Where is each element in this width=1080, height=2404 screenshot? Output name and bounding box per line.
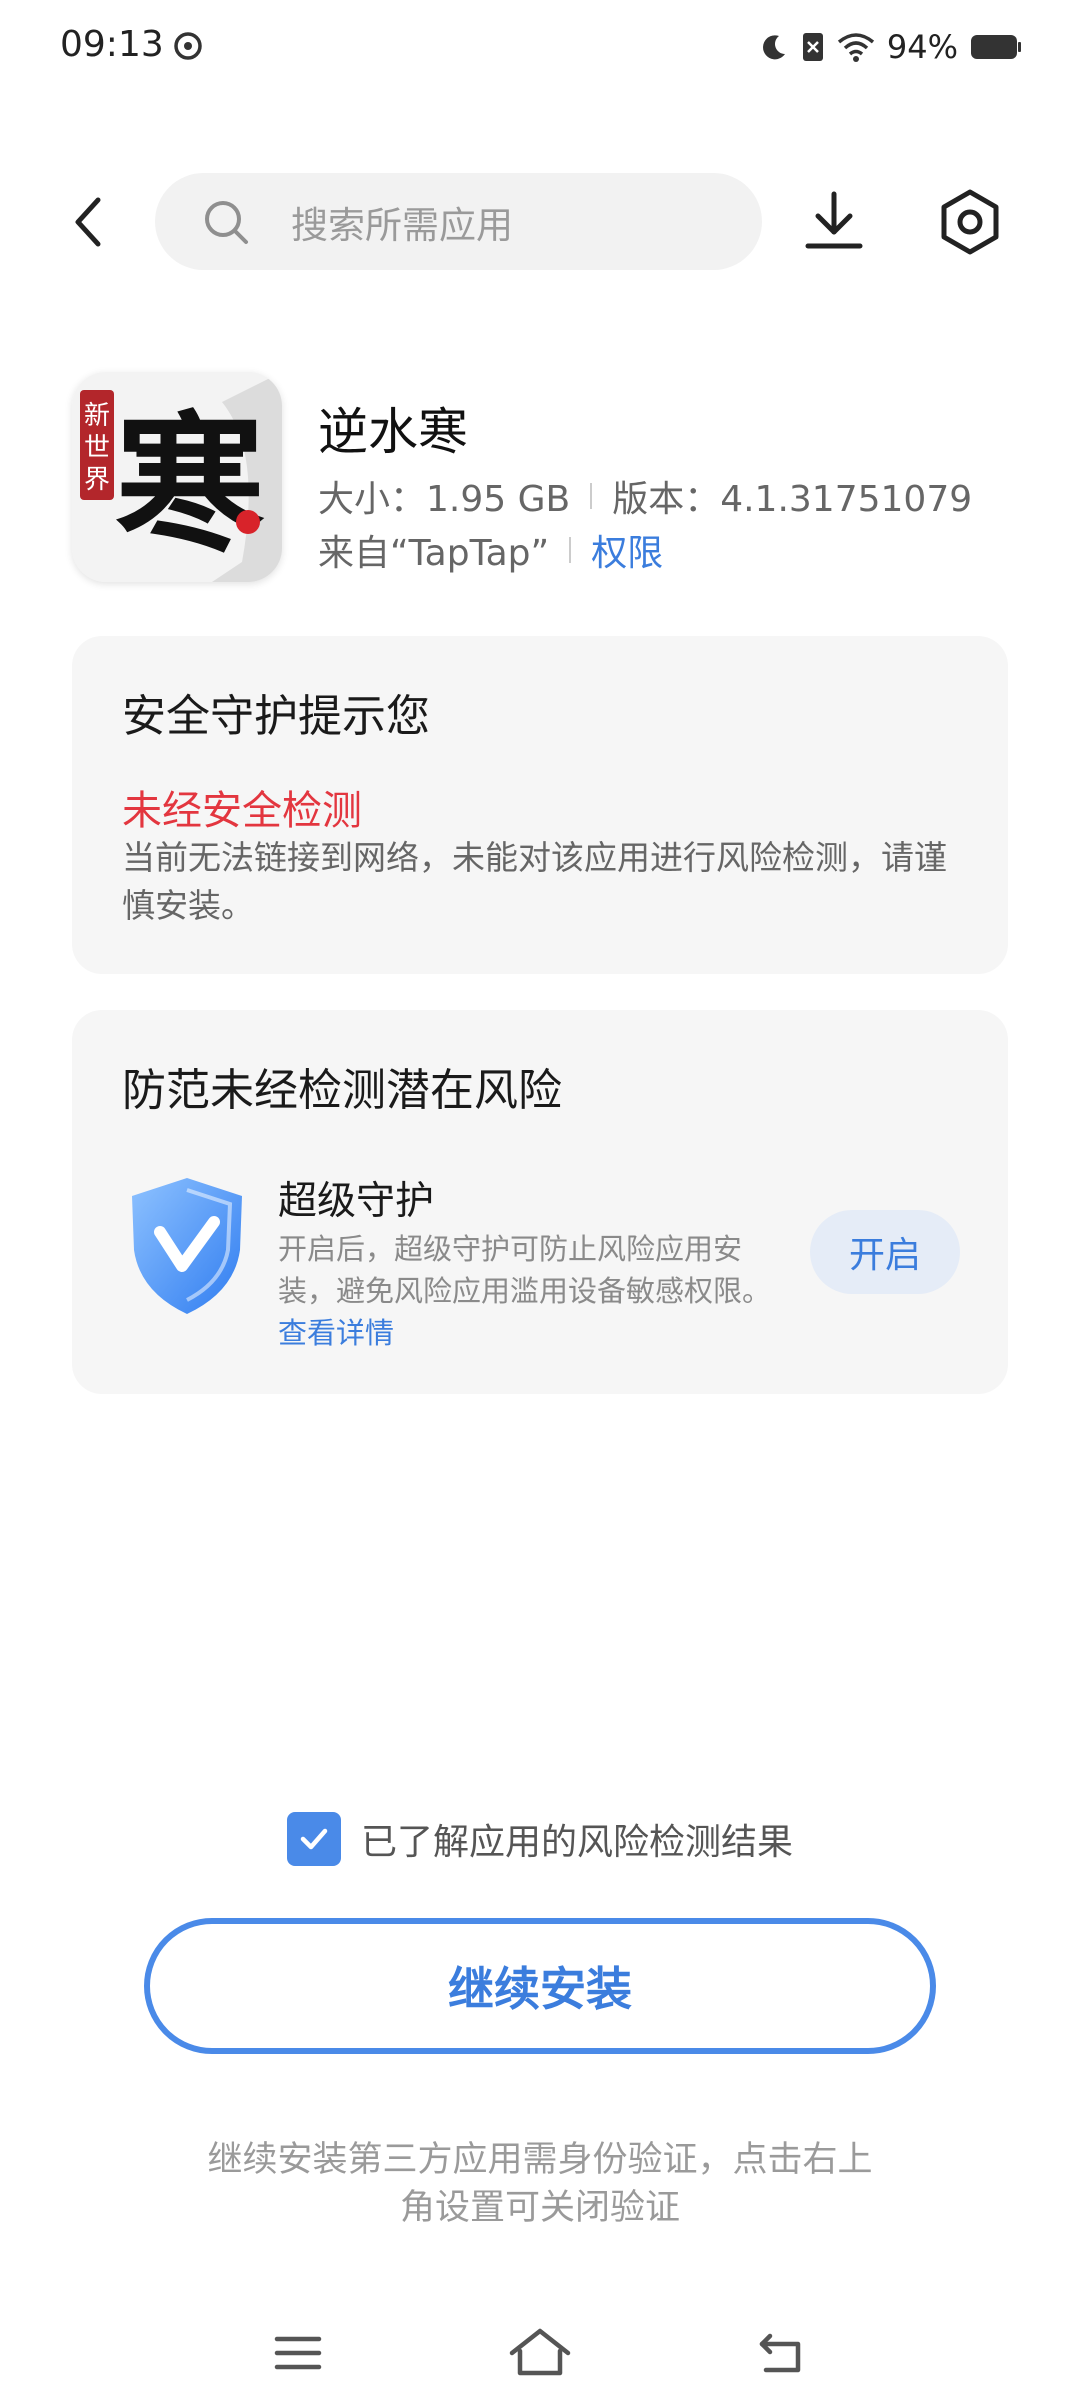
enable-protection-button[interactable]: 开启 (810, 1210, 960, 1294)
settings-icon (941, 189, 999, 255)
home-icon (509, 2328, 571, 2376)
divider (590, 483, 593, 509)
sync-icon (174, 32, 202, 60)
view-details-link[interactable]: 查看详情 (278, 1316, 394, 1350)
status-bar: 09:13 94% (0, 0, 1080, 96)
verification-footnote: 继续安装第三方应用需身份验证，点击右上角设置可关闭验证 (207, 2140, 873, 2228)
search-input[interactable]: 搜索所需应用 (155, 173, 762, 270)
search-icon (205, 200, 248, 244)
security-card-title: 安全守护提示您 (122, 691, 430, 742)
app-source: 来自“TapTap” (318, 533, 550, 574)
acknowledge-label: 已了解应用的风险检测结果 (361, 1822, 794, 1863)
back-button[interactable] (52, 182, 124, 262)
moon-icon (762, 35, 785, 60)
sim-icon (802, 33, 823, 61)
app-logo-icon: 新 世 界 寒 (72, 372, 282, 582)
shield-icon (132, 1178, 242, 1314)
permissions-link[interactable]: 权限 (591, 524, 663, 576)
app-meta-size-version: 大小：1.95 GB 版本：4.1.31751079 (318, 470, 972, 522)
divider (569, 537, 572, 563)
settings-button[interactable] (934, 186, 1006, 258)
battery-percent: 94% (886, 28, 958, 66)
search-placeholder: 搜索所需应用 (291, 203, 513, 247)
menu-icon (274, 2336, 322, 2370)
super-protection-description: 开启后，超级守护可防止风险应用安装，避免风险应用滥用设备敏感权限。查看详情 (278, 1228, 778, 1354)
status-icons: 94% (759, 28, 1022, 66)
security-notice-card: 安全守护提示您 未经安全检测 当前无法链接到网络，未能对该应用进行风险检测，请谨… (72, 636, 1008, 974)
app-name: 逆水寒 (318, 403, 468, 461)
return-button[interactable] (746, 2318, 816, 2388)
system-nav-bar (0, 2300, 1080, 2404)
warning-description: 当前无法链接到网络，未能对该应用进行风险检测，请谨慎安装。 (122, 838, 947, 925)
svg-text:世: 世 (84, 433, 110, 463)
wifi-icon (837, 33, 874, 62)
app-icon: 新 世 界 寒 (72, 372, 282, 582)
svg-text:界: 界 (84, 465, 110, 495)
risk-protection-card: 防范未经检测潜在风险 超级守护 开启后，超级守护可防止风险应用安装，避免风险应用… (72, 1010, 1008, 1394)
download-icon (805, 191, 863, 249)
risk-card-title: 防范未经检测潜在风险 (122, 1065, 562, 1116)
app-version: 版本：4.1.31751079 (612, 479, 973, 520)
download-button[interactable] (798, 186, 870, 258)
return-icon (759, 2333, 801, 2373)
check-icon (300, 1828, 328, 1850)
acknowledge-checkbox[interactable] (287, 1812, 341, 1866)
svg-text:新: 新 (84, 401, 110, 431)
app-size: 大小：1.95 GB (318, 479, 571, 520)
super-protection-desc-text: 开启后，超级守护可防止风险应用安装，避免风险应用滥用设备敏感权限。 (278, 1232, 772, 1308)
battery-icon (971, 35, 1021, 59)
continue-install-button[interactable]: 继续安装 (144, 1918, 936, 2054)
back-icon (75, 197, 101, 247)
risk-acknowledge-row[interactable]: 已了解应用的风险检测结果 (287, 1812, 793, 1866)
menu-button[interactable] (263, 2318, 333, 2388)
warning-title: 未经安全检测 (122, 788, 362, 834)
svg-text:寒: 寒 (115, 397, 265, 573)
app-meta-source: 来自“TapTap” 权限 (318, 524, 663, 576)
status-time: 09:13 (60, 24, 164, 65)
home-button[interactable] (505, 2318, 575, 2388)
super-protection-title: 超级守护 (278, 1179, 435, 1224)
